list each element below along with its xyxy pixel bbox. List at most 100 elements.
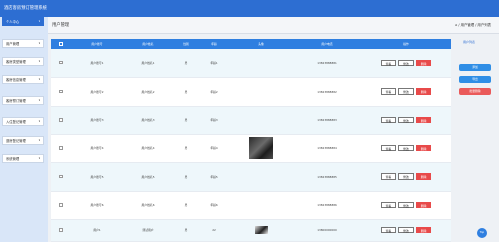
row-checkbox[interactable] [59, 89, 63, 94]
cell-name: 用户姓名1 [141, 60, 155, 65]
view-button[interactable]: 查看 [380, 116, 397, 124]
sidebar-item-label: 系统管理 [6, 157, 20, 161]
cell-phone: 13823888881 [317, 60, 337, 65]
table-row: 用户账号4 用户姓名4 男 年龄4 13823888884 查看 修改 删除 [51, 134, 451, 162]
sidebar-item-system[interactable]: 系统管理 ▾ [2, 154, 44, 163]
view-button[interactable]: 查看 [380, 144, 397, 152]
chevron-down-icon: ▾ [38, 42, 40, 45]
cell-gender: 男 [184, 174, 188, 179]
sidebar-item-room-type[interactable]: 客房类型管理 ▾ [2, 57, 44, 66]
cell-phone: 13823888884 [317, 146, 337, 150]
column-header: 用户电话 [321, 42, 333, 46]
edit-button[interactable]: 修改 [398, 144, 414, 152]
edit-button[interactable]: 修改 [398, 116, 414, 124]
edit-button[interactable]: 修改 [398, 88, 414, 95]
sidebar-item-label: 客房信息管理 [6, 78, 26, 82]
chevron-down-icon: ▾ [38, 60, 40, 63]
table-row: 用户账号5 用户姓名5 男 年龄5 13823888885 查看 修改 删除 [51, 162, 451, 191]
cell-account: 用户账号3 [90, 118, 104, 122]
batch-delete-button[interactable]: 批量删除 [459, 88, 491, 95]
delete-button[interactable]: 删除 [415, 173, 432, 180]
delete-button[interactable]: 删除 [415, 144, 432, 152]
row-checkbox[interactable] [59, 146, 63, 150]
delete-button[interactable]: 删除 [415, 116, 432, 124]
sidebar-item-label: 客房预订管理 [6, 99, 26, 103]
column-header: 头像 [258, 42, 264, 46]
view-button[interactable]: 查看 [380, 59, 397, 66]
delete-button[interactable]: 删除 [415, 59, 432, 66]
cell-avatar [229, 106, 293, 134]
export-button[interactable]: 导出 [459, 76, 491, 83]
edit-button[interactable]: 修改 [398, 173, 414, 180]
avatar [254, 226, 268, 234]
sidebar-item-checkin[interactable]: 入住登记管理 ▾ [2, 117, 44, 126]
cell-actions: 查看 修改 删除 [361, 191, 451, 219]
view-button[interactable]: 查看 [380, 88, 397, 95]
edit-button[interactable]: 修改 [398, 201, 414, 209]
cell-phone: 13823888883 [317, 118, 337, 122]
cell-gender: 男 [184, 146, 188, 150]
cell-age: 年龄5 [210, 174, 218, 179]
cell-account: 用户账号2 [90, 89, 104, 94]
delete-button[interactable]: 删除 [415, 226, 432, 234]
delete-button[interactable]: 删除 [415, 201, 432, 209]
sidebar-item-room-booking[interactable]: 客房预订管理 ▾ [2, 96, 44, 105]
row-checkbox[interactable] [59, 203, 63, 207]
sidebar-item-personal-center[interactable]: 个人中心 ▾ [2, 17, 44, 26]
cell-actions: 查看 修改 删除 [361, 106, 451, 134]
cell-account: 用户账号5 [90, 174, 104, 179]
cell-avatar [229, 162, 293, 191]
row-checkbox[interactable] [59, 61, 63, 65]
sidebar-item-checkout[interactable]: 退房登记管理 ▾ [2, 136, 44, 145]
table-row: 用户1 测试用户 男 22 13800000000 查看 修改 删除 [51, 219, 451, 241]
cell-age: 年龄6 [210, 203, 218, 207]
view-button[interactable]: 查看 [380, 226, 397, 234]
breadcrumb[interactable]: ⌂ / 用户管理 / 用户列表 [455, 22, 491, 27]
cell-phone: 13823888882 [317, 89, 337, 94]
cell-actions: 查看 修改 删除 [361, 134, 451, 162]
table-row: 用户账号6 用户姓名6 男 年龄6 13823888886 查看 修改 删除 [51, 191, 451, 219]
chevron-down-icon: ▾ [38, 120, 40, 123]
cell-name: 用户姓名2 [141, 89, 155, 94]
cell-account: 用户账号4 [90, 146, 104, 150]
cell-age: 年龄2 [210, 89, 218, 94]
delete-button[interactable]: 删除 [415, 88, 432, 95]
cell-name: 用户姓名6 [141, 203, 155, 207]
sidebar-item-room-info[interactable]: 客房信息管理 ▾ [2, 75, 44, 84]
select-all-checkbox[interactable] [59, 42, 63, 46]
cell-avatar [229, 49, 293, 77]
table-row: 用户账号2 用户姓名2 男 年龄2 13823888882 查看 修改 删除 [51, 77, 451, 106]
column-header: 性别 [183, 42, 189, 46]
select-all-header[interactable] [51, 39, 71, 49]
cell-account: 用户账号1 [90, 60, 104, 65]
view-button[interactable]: 查看 [380, 173, 397, 180]
cell-actions: 查看 修改 删除 [361, 219, 451, 241]
cell-avatar [229, 191, 293, 219]
back-to-top-button[interactable]: Top [477, 228, 487, 238]
chevron-down-icon: ▾ [38, 20, 40, 23]
add-button[interactable]: 添加 [459, 64, 491, 71]
edit-button[interactable]: 修改 [398, 226, 414, 234]
edit-button[interactable]: 修改 [398, 59, 414, 66]
table-row: 用户账号1 用户姓名1 男 年龄1 13823888881 查看 修改 删除 [51, 49, 451, 77]
cell-account: 用户账号6 [90, 203, 104, 207]
chevron-down-icon: ▾ [38, 78, 40, 81]
cell-phone: 13823888885 [317, 174, 337, 179]
sidebar: 个人中心 ▾ 用户管理 ▾ 客房类型管理 ▾ 客房信息管理 ▾ 客房预订管理 ▾ 入住登记… [0, 17, 48, 242]
user-table: 用户账号 用户姓名 性别 年龄 头像 用户电话 操作 用户账号1 用户姓名1 男… [51, 39, 451, 242]
row-checkbox[interactable] [59, 174, 63, 179]
view-button[interactable]: 查看 [380, 201, 397, 209]
cell-age: 22 [212, 228, 216, 232]
cell-avatar [229, 219, 293, 241]
sidebar-item-label: 个人中心 [6, 20, 20, 24]
page-title: 用户管理 [52, 23, 70, 28]
row-checkbox[interactable] [59, 228, 63, 232]
cell-name: 测试用户 [142, 228, 154, 232]
app-titlebar: 酒店客房预订管理系统 [0, 0, 499, 17]
column-header: 用户姓名 [142, 42, 154, 46]
row-checkbox[interactable] [59, 118, 63, 122]
avatar [249, 137, 273, 159]
sidebar-item-user-management[interactable]: 用户管理 ▾ [2, 39, 44, 48]
cell-avatar [229, 134, 293, 162]
cell-name: 用户姓名3 [141, 118, 155, 122]
